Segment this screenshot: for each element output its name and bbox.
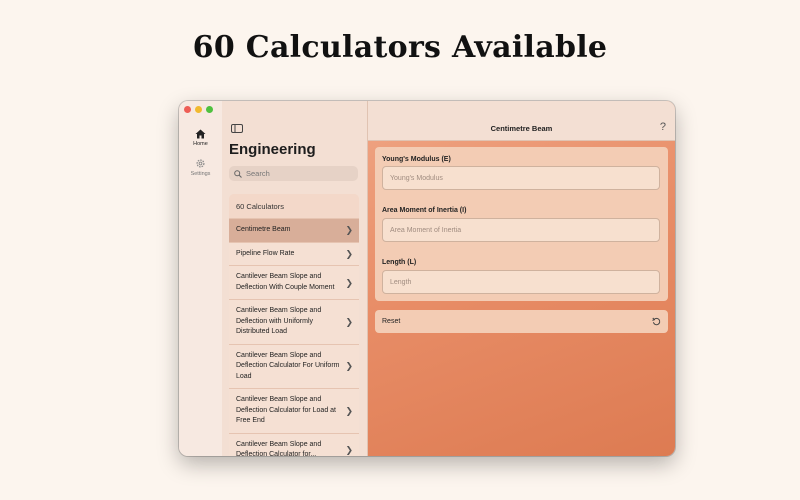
reset-label: Reset: [382, 318, 401, 325]
list-header-count: 60 Calculators: [229, 194, 359, 218]
list-item-label: Cantilever Beam Slope and Deflection Wit…: [236, 273, 335, 291]
length-label: Length (L): [382, 259, 417, 266]
list-item-label: Pipeline Flow Rate: [236, 249, 295, 257]
length-input[interactable]: Length: [382, 270, 660, 294]
list-item[interactable]: Cantilever Beam Slope and Deflection wit…: [229, 299, 359, 344]
rail-item-settings[interactable]: Settings: [179, 158, 222, 177]
house-icon: [195, 129, 206, 139]
moment-of-inertia-label: Area Moment of Inertia (I): [382, 207, 467, 214]
icon-rail: Home Settings: [179, 101, 223, 456]
list-item[interactable]: Cantilever Beam Slope and Deflection Cal…: [229, 388, 359, 433]
rail-item-home-label: Home: [193, 141, 208, 147]
minimize-window-button[interactable]: [195, 106, 202, 113]
rail-item-home[interactable]: Home: [179, 129, 222, 147]
chevron-right-icon: ❯: [345, 316, 353, 327]
moment-of-inertia-input[interactable]: Area Moment of Inertia: [382, 218, 660, 242]
input-form: Young's Modulus (E) Young's Modulus Area…: [375, 147, 668, 301]
promo-headline: 60 Calculators Available: [192, 30, 608, 65]
rail-item-settings-label: Settings: [190, 171, 211, 177]
zoom-window-button[interactable]: [206, 106, 213, 113]
list-item-label: Cantilever Beam Slope and Deflection Cal…: [236, 396, 336, 424]
magnifier-icon: [234, 169, 242, 178]
sidebar-toggle-icon[interactable]: [231, 124, 243, 133]
chevron-right-icon: ❯: [345, 248, 353, 259]
reset-button[interactable]: Reset: [375, 310, 668, 333]
chevron-right-icon: ❯: [345, 405, 353, 416]
search-field[interactable]: Search: [229, 166, 358, 181]
list-item[interactable]: Cantilever Beam Slope and Deflection Cal…: [229, 432, 359, 457]
list-item[interactable]: Centimetre Beam ❯: [229, 218, 359, 242]
youngs-modulus-label: Young's Modulus (E): [382, 156, 451, 163]
gear-icon: [196, 159, 205, 168]
chevron-right-icon: ❯: [345, 225, 353, 235]
app-window: Home Settings Engineering Search 60 Calc…: [179, 101, 675, 456]
calculator-detail: Centimetre Beam ? Young's Modulus (E) Yo…: [368, 101, 675, 456]
list-item-label: Cantilever Beam Slope and Deflection wit…: [236, 307, 322, 335]
sidebar-title: Engineering: [229, 141, 316, 158]
calculator-list: 60 Calculators Centimetre Beam ❯ Pipelin…: [229, 194, 359, 456]
list-item[interactable]: Cantilever Beam Slope and Deflection Wit…: [229, 265, 359, 299]
list-item[interactable]: Cantilever Beam Slope and Deflection Cal…: [229, 343, 359, 388]
detail-toolbar: Centimetre Beam ?: [368, 101, 675, 141]
chevron-right-icon: ❯: [345, 444, 353, 455]
list-item-label: Cantilever Beam Slope and Deflection Cal…: [236, 351, 340, 380]
calculator-sidebar: Engineering Search 60 Calculators Centim…: [222, 101, 368, 456]
list-item-label: Cantilever Beam Slope and Deflection Cal…: [236, 440, 322, 457]
chevron-right-icon: ❯: [345, 361, 353, 371]
list-item-label: Centimetre Beam: [236, 226, 291, 233]
youngs-modulus-input[interactable]: Young's Modulus: [382, 166, 660, 190]
list-item[interactable]: Pipeline Flow Rate ❯: [229, 241, 359, 265]
help-button[interactable]: ?: [660, 121, 666, 133]
chevron-right-icon: ❯: [345, 277, 353, 288]
rotate-ccw-icon: [652, 317, 661, 326]
close-window-button[interactable]: [184, 106, 191, 113]
search-placeholder: Search: [246, 169, 270, 178]
detail-title: Centimetre Beam: [490, 124, 553, 133]
window-controls: [184, 106, 213, 113]
